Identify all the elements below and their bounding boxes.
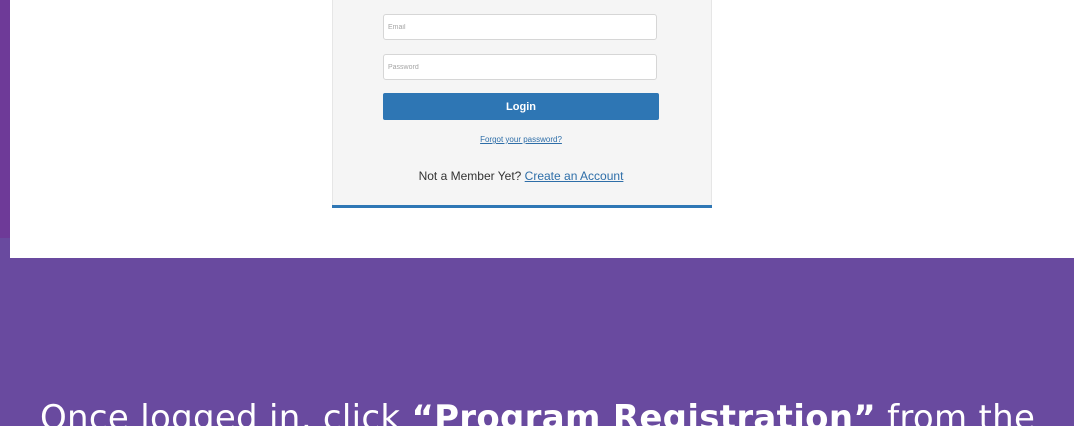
- forgot-password-link[interactable]: Forgot your password?: [383, 135, 659, 144]
- password-field[interactable]: [383, 54, 657, 80]
- member-prompt: Not a Member Yet? Create an Account: [340, 169, 702, 183]
- login-button[interactable]: Login: [383, 93, 659, 120]
- create-account-link[interactable]: Create an Account: [525, 169, 624, 183]
- caption-emphasis: “Program Registration”: [411, 398, 876, 426]
- caption-text-before: Once logged in, click: [40, 398, 412, 426]
- left-edge-strip: [0, 0, 10, 238]
- login-panel-bottom-border: [332, 205, 712, 208]
- caption-text-after: from the: [876, 398, 1036, 426]
- not-member-text: Not a Member Yet?: [418, 169, 522, 183]
- slide: Login Forgot your password? Not a Member…: [0, 0, 1074, 426]
- instruction-caption: Once logged in, click “Program Registrat…: [40, 398, 1035, 426]
- email-field[interactable]: [383, 14, 657, 40]
